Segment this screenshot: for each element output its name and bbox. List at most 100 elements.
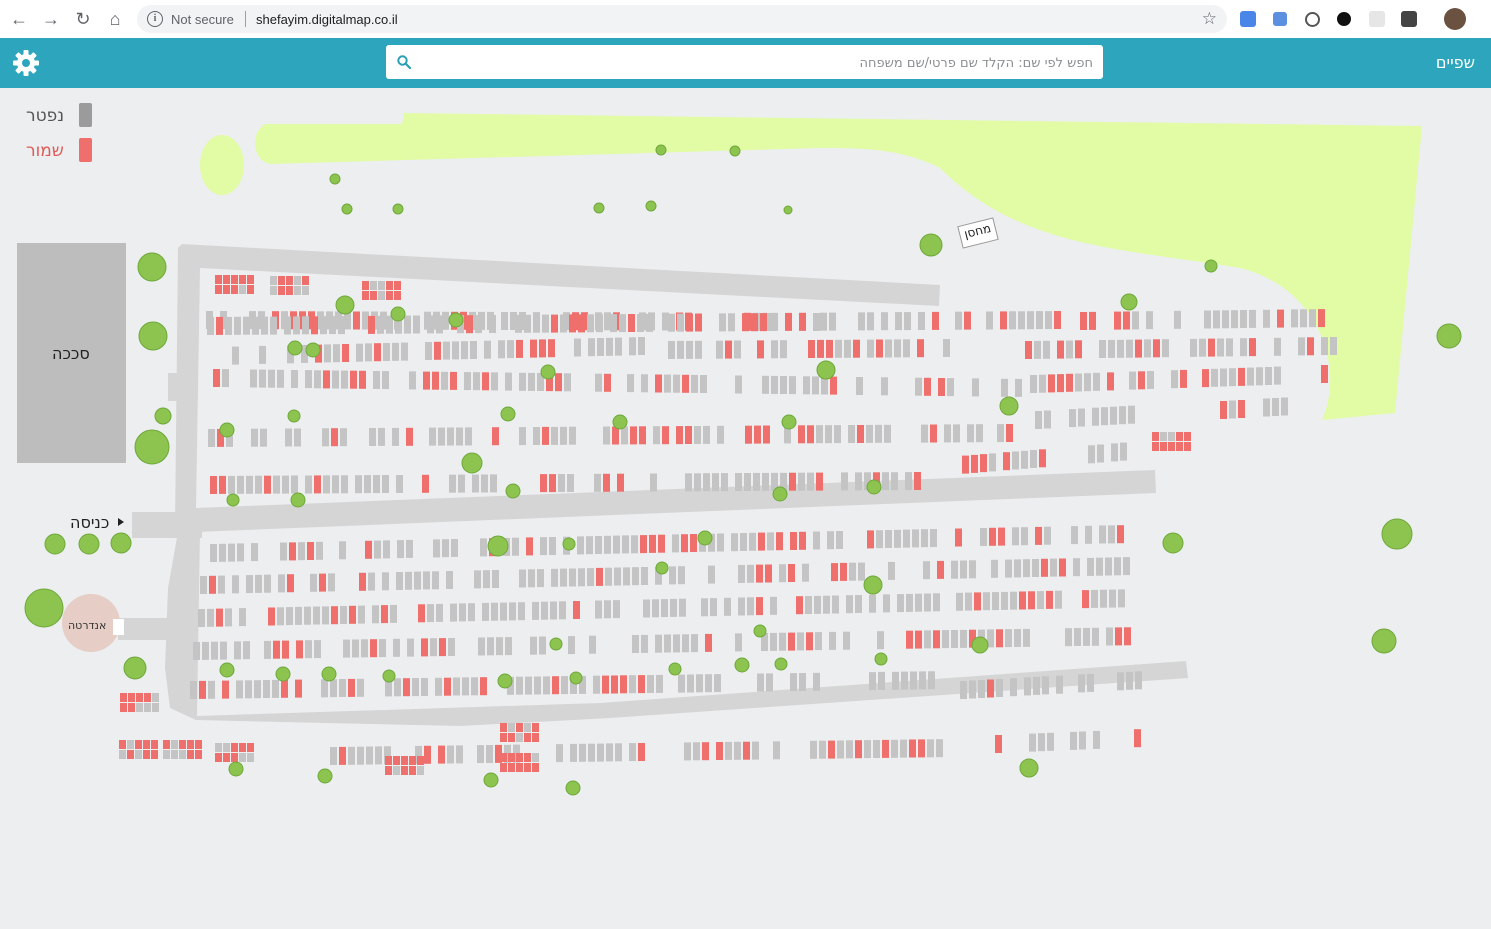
grave-plot[interactable] (1057, 340, 1064, 359)
grave-plot[interactable] (938, 378, 945, 396)
grave-plot[interactable] (857, 425, 864, 443)
family-plot[interactable] (532, 723, 539, 732)
grave-plot[interactable] (710, 598, 717, 617)
grave-plot[interactable] (735, 473, 742, 491)
grave-plot[interactable] (261, 316, 268, 335)
grave-plot[interactable] (268, 369, 275, 388)
family-plot[interactable] (152, 703, 159, 712)
grave-plot[interactable] (310, 573, 317, 592)
grave-plot[interactable] (848, 425, 855, 443)
grave-plot[interactable] (917, 339, 924, 358)
grave-plot[interactable] (483, 570, 490, 589)
grave-plot[interactable] (1274, 337, 1281, 356)
grave-plot[interactable] (969, 560, 976, 579)
family-plot[interactable] (386, 281, 393, 290)
grave-plot[interactable] (589, 635, 596, 654)
grave-plot[interactable] (883, 594, 890, 613)
family-plot[interactable] (409, 756, 416, 765)
grave-plot[interactable] (459, 603, 466, 622)
grave-plot[interactable] (491, 602, 498, 621)
grave-plot[interactable] (967, 424, 974, 443)
grave-plot[interactable] (330, 679, 337, 698)
family-plot[interactable] (532, 733, 539, 742)
grave-plot[interactable] (432, 571, 439, 590)
grave-plot[interactable] (912, 529, 919, 548)
grave-plot[interactable] (319, 573, 326, 592)
grave-plot[interactable] (806, 632, 813, 651)
grave-plot[interactable] (333, 344, 340, 363)
grave-plot[interactable] (810, 740, 817, 759)
grave-plot[interactable] (670, 598, 677, 617)
family-plot[interactable] (223, 753, 230, 762)
grave-plot[interactable] (878, 671, 885, 690)
grave-plot[interactable] (190, 681, 197, 699)
grave-plot[interactable] (366, 746, 373, 765)
grave-plot[interactable] (937, 560, 944, 579)
grave-plot[interactable] (472, 474, 479, 493)
grave-plot[interactable] (942, 630, 949, 649)
info-icon[interactable]: i (147, 11, 163, 27)
grave-plot[interactable] (669, 566, 676, 585)
grave-plot[interactable] (468, 603, 475, 622)
family-plot[interactable] (294, 286, 301, 295)
grave-plot[interactable] (685, 473, 692, 492)
grave-plot[interactable] (216, 316, 223, 335)
grave-plot[interactable] (1034, 340, 1041, 359)
family-plot[interactable] (1160, 442, 1167, 451)
family-plot[interactable] (524, 723, 531, 732)
grave-plot[interactable] (1036, 311, 1043, 330)
grave-plot[interactable] (869, 672, 876, 691)
grave-plot[interactable] (390, 604, 397, 623)
grave-plot[interactable] (1030, 450, 1037, 468)
grave-plot[interactable] (1021, 527, 1028, 546)
grave-plot[interactable] (679, 598, 686, 617)
home-icon[interactable]: ⌂ (104, 8, 126, 30)
grave-plot[interactable] (965, 592, 972, 611)
grave-plot[interactable] (501, 312, 508, 330)
grave-plot[interactable] (641, 567, 648, 585)
grave-plot[interactable] (971, 454, 978, 473)
grave-plot[interactable] (1037, 591, 1044, 610)
grave-plot[interactable] (1001, 378, 1008, 397)
grave-plot[interactable] (1119, 406, 1126, 425)
grave-plot[interactable] (478, 637, 485, 656)
grave-plot[interactable] (370, 639, 377, 658)
grave-plot[interactable] (1044, 410, 1051, 429)
grave-plot[interactable] (603, 426, 610, 445)
grave-plot[interactable] (891, 739, 898, 758)
grave-plot[interactable] (357, 746, 364, 765)
grave-plot[interactable] (379, 639, 386, 658)
grave-plot[interactable] (762, 472, 769, 491)
grave-plot[interactable] (471, 677, 478, 696)
grave-plot[interactable] (465, 427, 472, 446)
grave-plot[interactable] (771, 340, 778, 359)
language-extension-icon[interactable] (1273, 12, 1287, 26)
grave-plot[interactable] (356, 343, 363, 362)
grave-plot[interactable] (365, 540, 372, 559)
grave-plot[interactable] (897, 594, 904, 613)
grave-plot[interactable] (577, 536, 584, 555)
grave-plot[interactable] (355, 475, 362, 494)
grave-plot[interactable] (1240, 338, 1247, 357)
grave-plot[interactable] (551, 426, 558, 445)
grave-plot[interactable] (442, 539, 449, 558)
family-plot[interactable] (195, 750, 202, 759)
grave-plot[interactable] (738, 565, 745, 583)
grave-plot[interactable] (209, 575, 216, 594)
grave-plot[interactable] (909, 739, 916, 758)
grave-plot[interactable] (776, 532, 783, 551)
grave-plot[interactable] (1038, 733, 1045, 752)
grave-plot[interactable] (664, 374, 671, 393)
family-plot[interactable] (524, 733, 531, 742)
family-plot[interactable] (195, 740, 202, 749)
grave-plot[interactable] (216, 608, 223, 627)
family-plot[interactable] (532, 763, 539, 772)
grave-plot[interactable] (638, 337, 645, 355)
grave-plot[interactable] (1330, 337, 1337, 355)
grave-plot[interactable] (756, 597, 763, 616)
grave-plot[interactable] (682, 634, 689, 653)
grave-plot[interactable] (433, 539, 440, 558)
grave-plot[interactable] (364, 475, 371, 494)
grave-plot[interactable] (1044, 526, 1051, 545)
grave-plot[interactable] (446, 571, 453, 589)
